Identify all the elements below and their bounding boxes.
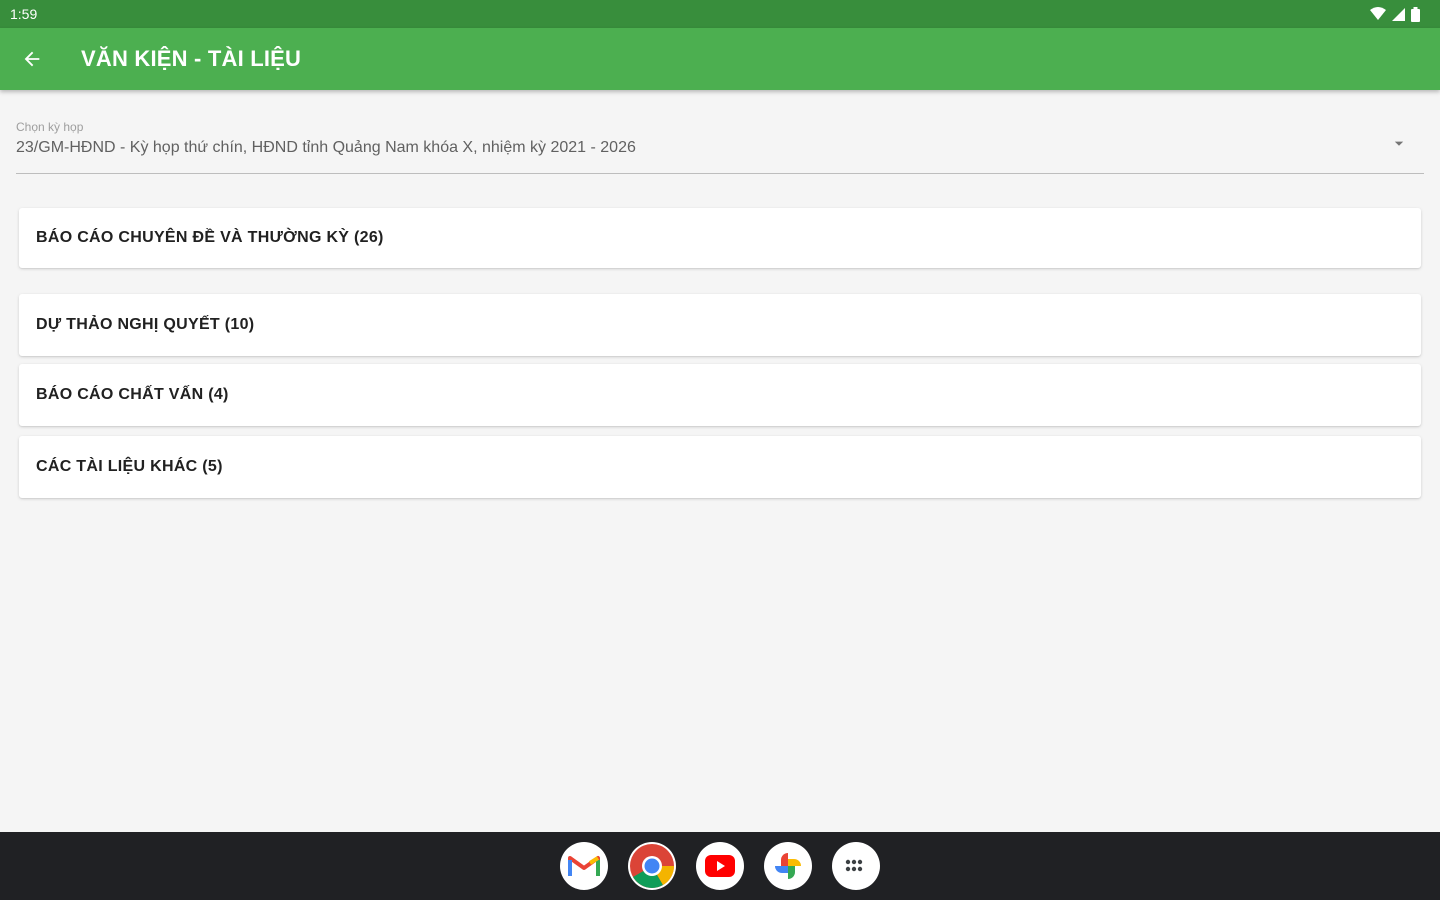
category-item-du-thao-nghi-quyet[interactable]: DỰ THẢO NGHỊ QUYẾT (10)	[19, 294, 1421, 356]
session-picker[interactable]: Chọn kỳ họp 23/GM-HĐND - Kỳ họp thứ chín…	[16, 118, 1424, 174]
category-item-cac-tai-lieu-khac[interactable]: CÁC TÀI LIỆU KHÁC (5)	[19, 436, 1421, 498]
session-picker-label: Chọn kỳ họp	[16, 120, 84, 134]
dropdown-arrow-icon	[1394, 141, 1404, 146]
wifi-icon	[1370, 7, 1386, 20]
app-drawer-icon[interactable]	[832, 842, 880, 890]
category-item-bao-cao-chat-van[interactable]: BÁO CÁO CHẤT VẤN (4)	[19, 364, 1421, 426]
status-icons	[1370, 6, 1420, 22]
category-label: BÁO CÁO CHẤT VẤN (4)	[36, 386, 229, 403]
back-button[interactable]	[0, 28, 64, 90]
signal-icon	[1392, 7, 1405, 21]
session-picker-value: 23/GM-HĐND - Kỳ họp thứ chín, HĐND tỉnh …	[16, 139, 636, 156]
page-title: VĂN KIỆN - TÀI LIỆU	[81, 46, 302, 71]
app-bar: VĂN KIỆN - TÀI LIỆU	[0, 28, 1440, 90]
taskbar-dock	[0, 832, 1440, 900]
youtube-icon[interactable]	[696, 842, 744, 890]
chrome-icon[interactable]	[628, 842, 676, 890]
status-time: 1:59	[10, 6, 38, 22]
category-label: BÁO CÁO CHUYÊN ĐỀ VÀ THƯỜNG KỲ (26)	[36, 229, 384, 246]
category-label: DỰ THẢO NGHỊ QUYẾT (10)	[36, 316, 255, 333]
arrow-back-icon	[24, 51, 40, 67]
main-content: Chọn kỳ họp 23/GM-HĐND - Kỳ họp thứ chín…	[0, 90, 1440, 832]
gmail-icon[interactable]	[560, 842, 608, 890]
status-bar: 1:59	[0, 0, 1440, 28]
category-item-bao-cao-chuyen-de[interactable]: BÁO CÁO CHUYÊN ĐỀ VÀ THƯỜNG KỲ (26)	[19, 208, 1421, 268]
battery-icon	[1411, 6, 1420, 22]
category-label: CÁC TÀI LIỆU KHÁC (5)	[36, 458, 223, 475]
photos-icon[interactable]	[764, 842, 812, 890]
